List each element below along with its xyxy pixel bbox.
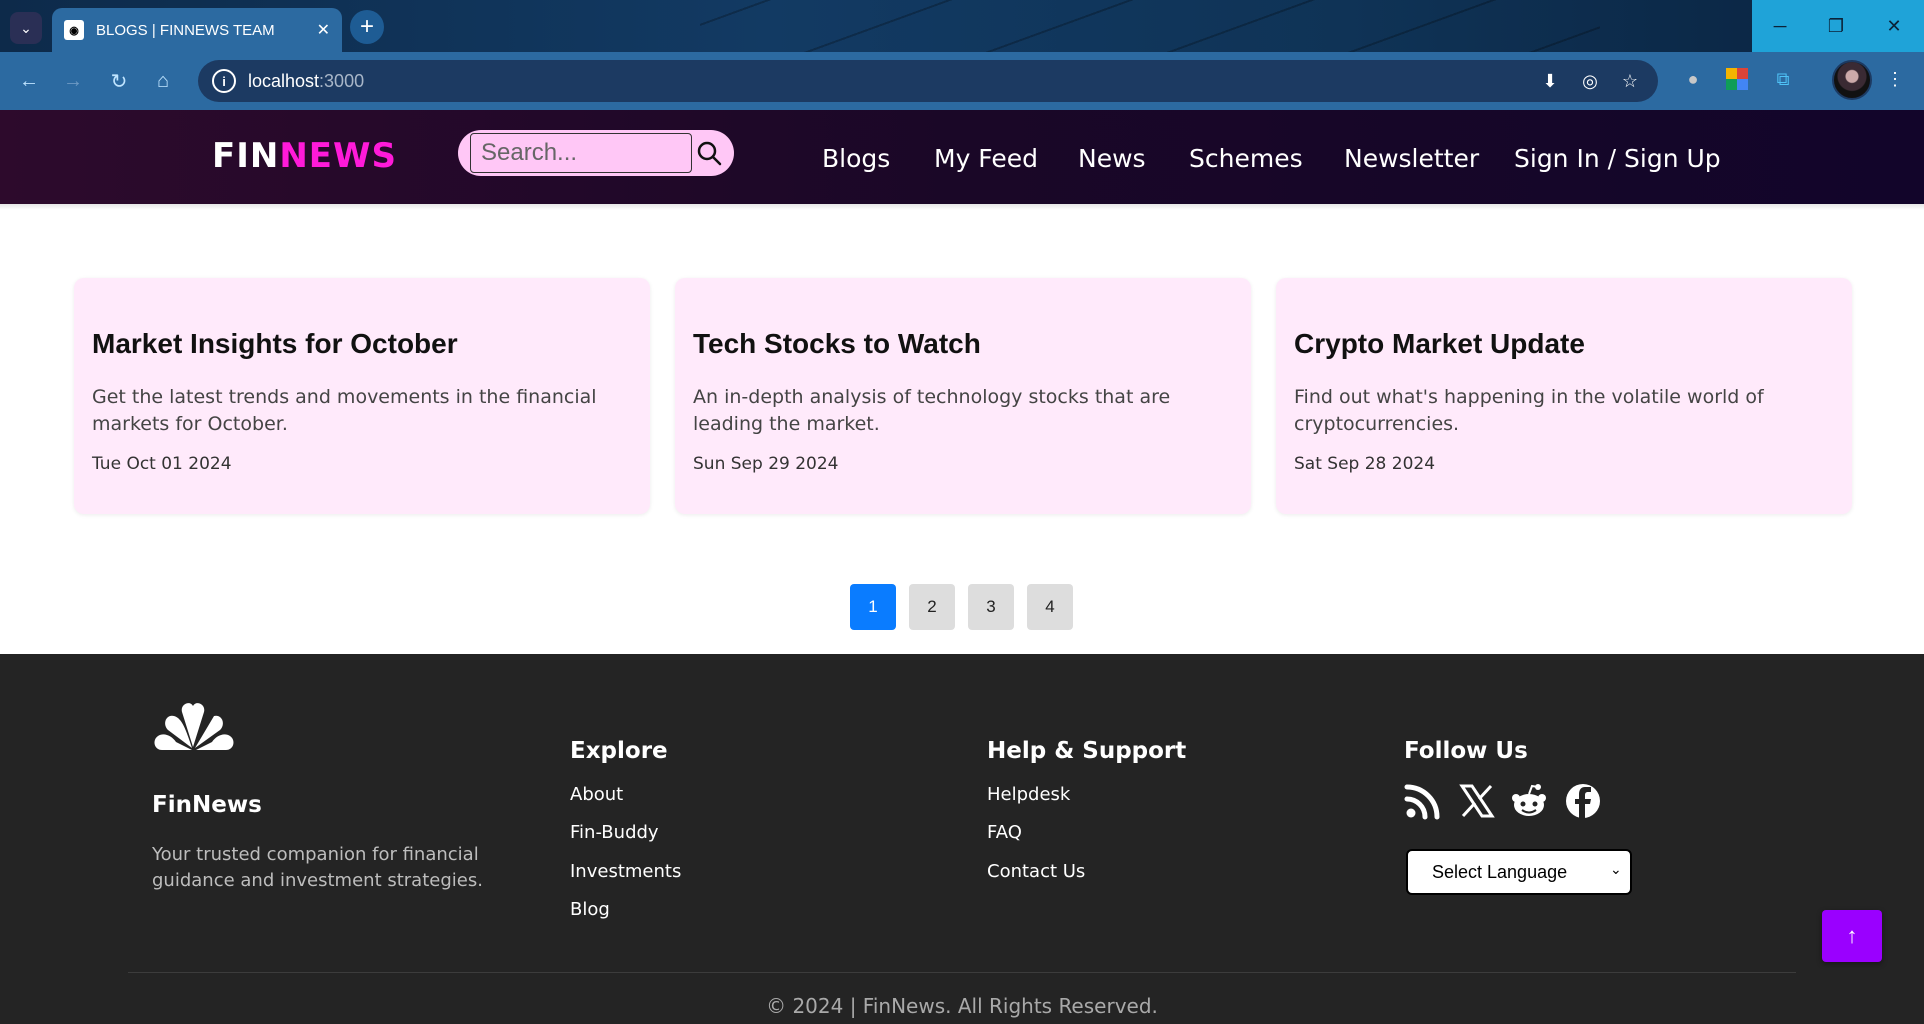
colorful-extension-icon[interactable] <box>1724 66 1750 92</box>
footer-brand-name: FinNews <box>152 792 262 818</box>
url-host: localhost <box>248 70 320 91</box>
card-description: An in-depth analysis of technology stock… <box>693 386 1171 435</box>
nav-sign-in[interactable]: Sign In / Sign Up <box>1514 144 1721 173</box>
facebook-icon[interactable] <box>1564 782 1602 820</box>
bookmark-star-icon[interactable]: ☆ <box>1618 69 1642 93</box>
close-window-icon[interactable]: ✕ <box>1864 0 1924 52</box>
page-button-4[interactable]: 4 <box>1027 584 1073 630</box>
card-title[interactable]: Crypto Market Update <box>1294 328 1585 360</box>
site-logo[interactable]: FINNEWS <box>212 136 397 176</box>
card-date: Tue Oct 01 2024 <box>92 454 232 474</box>
address-bar-row: ← → ↻ ⌂ i localhost:3000 ⬇ ◎ ☆ <box>0 52 1924 110</box>
header-divider <box>0 204 1924 210</box>
site-header: FINNEWS Blogs My Feed News Schemes Newsl… <box>0 110 1924 204</box>
card-description: Find out what's happening in the volatil… <box>1294 386 1764 435</box>
card-title[interactable]: Tech Stocks to Watch <box>693 328 981 360</box>
page-button-1[interactable]: 1 <box>850 584 896 630</box>
profile-avatar[interactable] <box>1832 60 1872 100</box>
back-icon[interactable]: ← <box>14 66 44 96</box>
footer-link-contact-us[interactable]: Contact Us <box>987 861 1085 882</box>
site-info-icon[interactable]: i <box>212 69 236 93</box>
site-footer: FinNews Your trusted companion for finan… <box>0 654 1924 1024</box>
card-title[interactable]: Market Insights for October <box>92 328 458 360</box>
tab-title: BLOGS | FINNEWS TEAM <box>96 21 275 39</box>
tab-close-icon[interactable]: ✕ <box>317 20 330 40</box>
browser-menu-icon[interactable]: ⋮ <box>1882 66 1908 92</box>
url-field[interactable]: i localhost:3000 ⬇ ◎ ☆ <box>198 60 1658 102</box>
search-input[interactable] <box>470 133 692 173</box>
browser-tab[interactable]: ◉ BLOGS | FINNEWS TEAM ✕ <box>52 8 342 52</box>
language-select[interactable]: Select Language <box>1406 849 1632 895</box>
url-port: :3000 <box>319 70 365 91</box>
blog-card[interactable]: Tech Stocks to Watch An in-depth analysi… <box>675 278 1251 514</box>
footer-link-faq[interactable]: FAQ <box>987 822 1022 843</box>
explore-heading: Explore <box>570 738 668 764</box>
blog-card[interactable]: Crypto Market Update Find out what's hap… <box>1276 278 1852 514</box>
search-icon[interactable] <box>694 138 724 168</box>
peacock-logo-icon <box>154 703 234 750</box>
copyright-text: © 2024 | FinNews. All Rights Reserved. <box>766 994 1158 1018</box>
rss-icon[interactable] <box>1404 782 1442 820</box>
card-date: Sun Sep 29 2024 <box>693 454 839 474</box>
minimize-icon[interactable]: ─ <box>1752 0 1808 52</box>
search-box <box>458 130 734 176</box>
nav-newsletter[interactable]: Newsletter <box>1344 144 1479 173</box>
footer-link-blog[interactable]: Blog <box>570 899 610 920</box>
forward-icon[interactable]: → <box>58 66 88 96</box>
blog-card[interactable]: Market Insights for October Get the late… <box>74 278 650 514</box>
nav-news[interactable]: News <box>1078 144 1146 173</box>
favicon-icon: ◉ <box>64 20 84 40</box>
follow-us-heading: Follow Us <box>1404 738 1528 764</box>
page-button-2[interactable]: 2 <box>909 584 955 630</box>
page-button-3[interactable]: 3 <box>968 584 1014 630</box>
install-app-icon[interactable]: ⬇ <box>1538 69 1562 93</box>
eye-off-icon[interactable]: ◎ <box>1578 69 1602 93</box>
footer-link-fin-buddy[interactable]: Fin-Buddy <box>570 822 659 843</box>
browser-tab-strip: ⌄ ◉ BLOGS | FINNEWS TEAM ✕ + ─ ❐ ✕ <box>0 0 1924 52</box>
logo-fin: FIN <box>212 136 280 176</box>
footer-link-investments[interactable]: Investments <box>570 861 681 882</box>
footer-divider <box>128 972 1796 973</box>
help-support-heading: Help & Support <box>987 738 1187 764</box>
card-date: Sat Sep 28 2024 <box>1294 454 1436 474</box>
reddit-icon[interactable] <box>1510 782 1548 820</box>
footer-link-helpdesk[interactable]: Helpdesk <box>987 784 1070 805</box>
nav-blogs[interactable]: Blogs <box>822 144 890 173</box>
logo-news: NEWS <box>279 136 398 176</box>
card-description: Get the latest trends and movements in t… <box>92 386 597 435</box>
extension-pin-icon[interactable]: ● <box>1680 66 1706 92</box>
footer-link-about[interactable]: About <box>570 784 623 805</box>
extensions-puzzle-icon[interactable]: ⧉ <box>1770 66 1796 92</box>
home-icon[interactable]: ⌂ <box>148 66 178 96</box>
tab-search-chevron-icon[interactable]: ⌄ <box>10 12 42 44</box>
nav-my-feed[interactable]: My Feed <box>934 144 1038 173</box>
x-icon[interactable] <box>1458 782 1496 820</box>
nav-schemes[interactable]: Schemes <box>1189 144 1303 173</box>
restore-icon[interactable]: ❐ <box>1808 0 1864 52</box>
reload-icon[interactable]: ↻ <box>104 66 134 96</box>
new-tab-button[interactable]: + <box>350 10 384 44</box>
footer-brand-description: Your trusted companion for financial gui… <box>152 844 483 891</box>
scroll-to-top-button[interactable]: ↑ <box>1822 910 1882 962</box>
